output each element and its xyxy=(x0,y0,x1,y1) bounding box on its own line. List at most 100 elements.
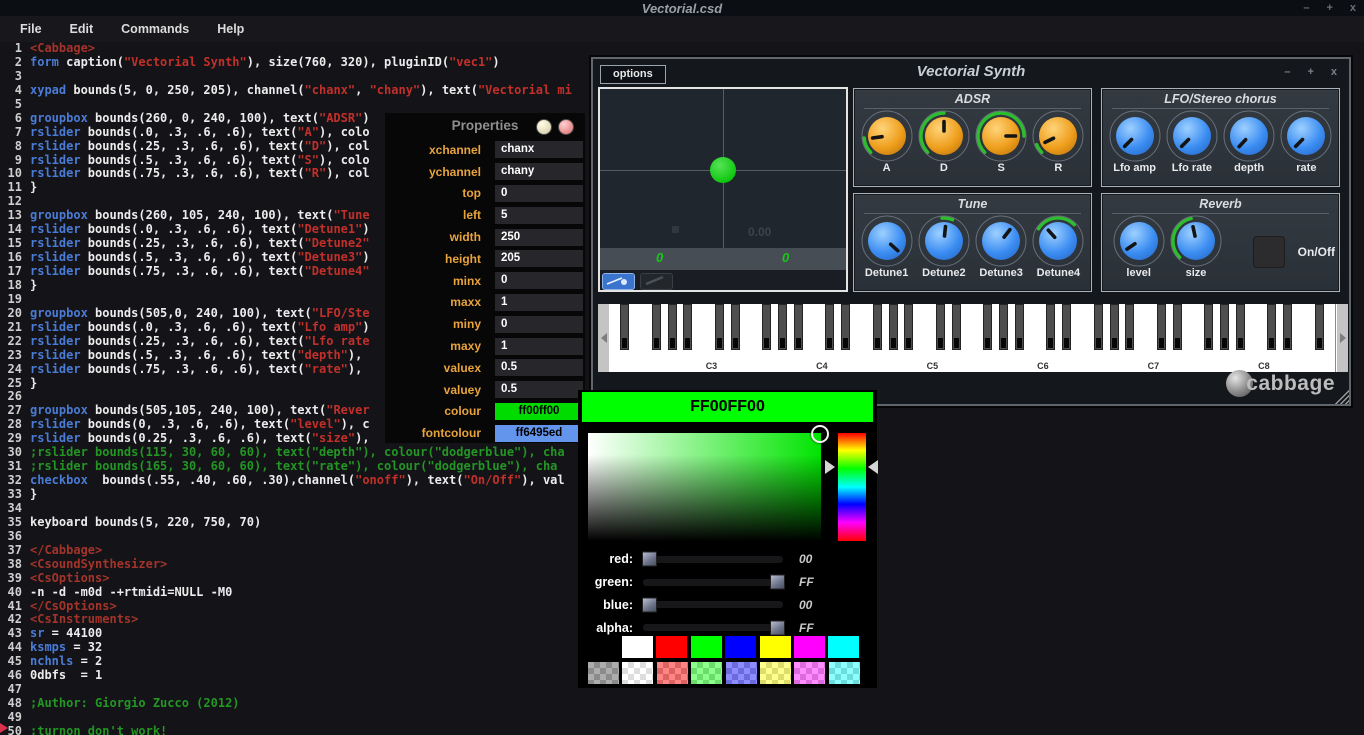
black-key[interactable] xyxy=(762,304,771,350)
slider-track-blue[interactable] xyxy=(643,601,783,608)
black-key[interactable] xyxy=(778,304,787,350)
hue-marker-left-icon[interactable] xyxy=(825,460,835,474)
black-key[interactable] xyxy=(731,304,740,350)
knob-a[interactable]: A xyxy=(858,110,915,174)
black-key[interactable] xyxy=(952,304,961,350)
black-key[interactable] xyxy=(999,304,1008,350)
xy-pad-ball[interactable] xyxy=(710,157,736,183)
black-key[interactable] xyxy=(794,304,803,350)
black-key[interactable] xyxy=(1046,304,1055,350)
black-key[interactable] xyxy=(652,304,661,350)
properties-minimize-button[interactable] xyxy=(536,119,552,135)
menu-help[interactable]: Help xyxy=(203,22,258,36)
on-off-checkbox[interactable] xyxy=(1253,236,1285,268)
black-key[interactable] xyxy=(668,304,677,350)
slider-thumb[interactable] xyxy=(642,597,657,612)
knob-lfo-rate[interactable]: Lfo rate xyxy=(1163,110,1220,174)
black-key[interactable] xyxy=(1220,304,1229,350)
knob-detune4[interactable]: Detune4 xyxy=(1030,215,1087,279)
property-input-colour[interactable]: ff00ff00 xyxy=(495,403,583,420)
synth-close-icon[interactable]: x xyxy=(1331,66,1337,78)
knob-s[interactable]: S xyxy=(973,110,1030,174)
xy-jump-mode-button[interactable] xyxy=(602,273,635,290)
property-input-valuey[interactable]: 0.5 xyxy=(495,381,583,398)
knob-detune1[interactable]: Detune1 xyxy=(858,215,915,279)
black-key[interactable] xyxy=(620,304,629,350)
black-key[interactable] xyxy=(1204,304,1213,350)
black-key[interactable] xyxy=(1015,304,1024,350)
property-input-maxx[interactable]: 1 xyxy=(495,294,583,311)
slider-track-green[interactable] xyxy=(643,579,783,586)
synth-minimize-icon[interactable]: – xyxy=(1284,66,1290,78)
swatch[interactable] xyxy=(725,636,756,658)
swatch[interactable] xyxy=(656,636,687,658)
knob-depth[interactable]: depth xyxy=(1221,110,1278,174)
black-key[interactable] xyxy=(1267,304,1276,350)
black-key[interactable] xyxy=(825,304,834,350)
minimize-icon[interactable]: – xyxy=(1303,2,1309,14)
property-input-top[interactable]: 0 xyxy=(495,185,583,202)
property-input-maxy[interactable]: 1 xyxy=(495,338,583,355)
property-input-left[interactable]: 5 xyxy=(495,207,583,224)
property-input-miny[interactable]: 0 xyxy=(495,316,583,333)
hue-marker-right-icon[interactable] xyxy=(868,460,878,474)
black-key[interactable] xyxy=(904,304,913,350)
knob-r[interactable]: R xyxy=(1030,110,1087,174)
black-key[interactable] xyxy=(715,304,724,350)
knob-d[interactable]: D xyxy=(915,110,972,174)
swatch[interactable] xyxy=(760,636,791,658)
close-icon[interactable]: x xyxy=(1350,2,1356,14)
knob-rate[interactable]: rate xyxy=(1278,110,1335,174)
black-key[interactable] xyxy=(1173,304,1182,350)
swatch[interactable] xyxy=(691,636,722,658)
maximize-icon[interactable]: + xyxy=(1326,2,1332,14)
knob-lfo-amp[interactable]: Lfo amp xyxy=(1106,110,1163,174)
black-key[interactable] xyxy=(1110,304,1119,350)
swatch-transparent[interactable] xyxy=(622,662,653,684)
sv-selector-ring[interactable] xyxy=(811,425,829,443)
xy-pad[interactable]: 0.00 0 0 xyxy=(598,87,848,292)
black-key[interactable] xyxy=(1094,304,1103,350)
xy-pad-canvas[interactable]: 0.00 xyxy=(600,89,846,248)
black-key[interactable] xyxy=(1283,304,1292,350)
synth-maximize-icon[interactable]: + xyxy=(1307,66,1313,78)
black-key[interactable] xyxy=(889,304,898,350)
property-input-minx[interactable]: 0 xyxy=(495,272,583,289)
black-key[interactable] xyxy=(1125,304,1134,350)
black-key[interactable] xyxy=(873,304,882,350)
property-input-ychannel[interactable]: chany xyxy=(495,163,583,180)
knob-detune3[interactable]: Detune3 xyxy=(973,215,1030,279)
resize-handle[interactable] xyxy=(1333,388,1349,404)
slider-thumb[interactable] xyxy=(770,575,785,590)
swatch-transparent[interactable] xyxy=(760,662,791,684)
black-key[interactable] xyxy=(1315,304,1324,350)
keyboard-scroll-right-button[interactable] xyxy=(1337,304,1348,372)
swatch-transparent[interactable] xyxy=(794,662,825,684)
swatch-transparent[interactable] xyxy=(726,662,757,684)
property-input-fontcolour[interactable]: ff6495ed xyxy=(495,425,583,442)
swatch-transparent[interactable] xyxy=(588,662,619,684)
black-key[interactable] xyxy=(983,304,992,350)
menu-edit[interactable]: Edit xyxy=(56,22,108,36)
keyboard-scroll-left-button[interactable] xyxy=(598,304,609,372)
property-input-height[interactable]: 205 xyxy=(495,250,583,267)
black-key[interactable] xyxy=(841,304,850,350)
swatch-transparent[interactable] xyxy=(657,662,688,684)
knob-detune2[interactable]: Detune2 xyxy=(915,215,972,279)
saturation-value-square[interactable] xyxy=(588,433,821,541)
xy-auto-mode-button[interactable] xyxy=(640,273,673,290)
slider-thumb[interactable] xyxy=(770,620,785,635)
property-input-xchannel[interactable]: chanx xyxy=(495,141,583,158)
black-key[interactable] xyxy=(683,304,692,350)
knob-size[interactable]: size xyxy=(1167,215,1224,279)
property-input-valuex[interactable]: 0.5 xyxy=(495,359,583,376)
black-key[interactable] xyxy=(1062,304,1071,350)
knob-level[interactable]: level xyxy=(1110,215,1167,279)
menu-commands[interactable]: Commands xyxy=(107,22,203,36)
slider-track-red[interactable] xyxy=(643,556,783,563)
black-key[interactable] xyxy=(1236,304,1245,350)
hue-bar[interactable] xyxy=(838,433,866,541)
property-input-width[interactable]: 250 xyxy=(495,229,583,246)
swatch-transparent[interactable] xyxy=(691,662,722,684)
slider-track-alpha[interactable] xyxy=(643,624,783,631)
